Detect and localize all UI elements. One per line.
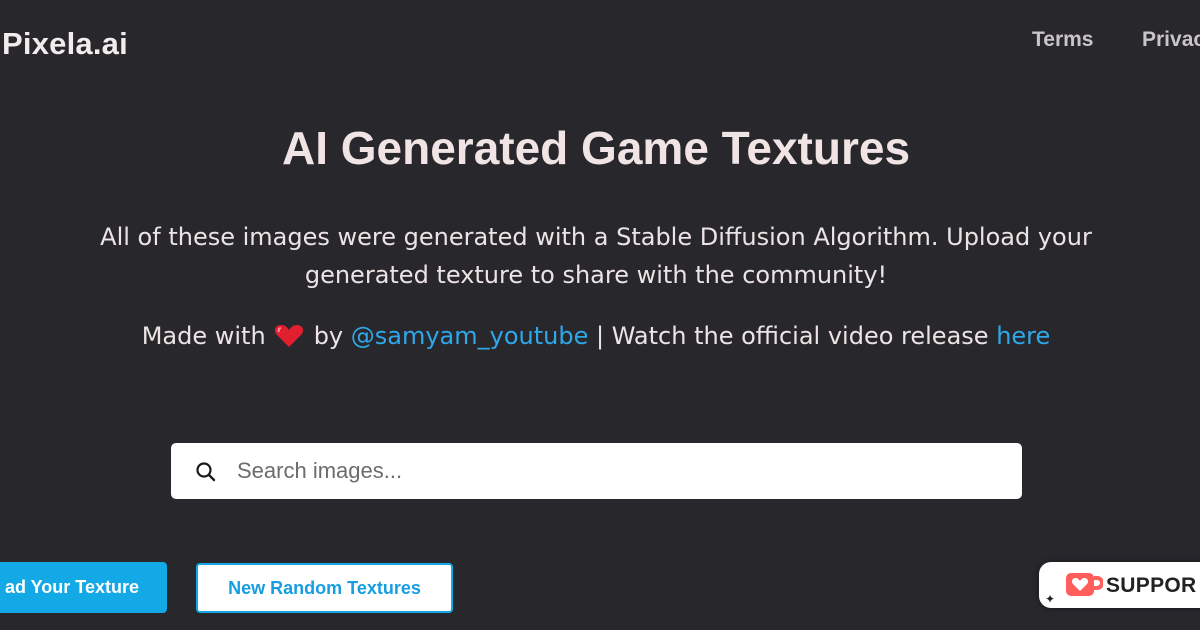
new-random-textures-button[interactable]: New Random Textures [196,563,453,613]
search-icon [196,462,216,482]
author-link[interactable]: @samyam_youtube [351,322,589,350]
nav-privacy-link[interactable]: Privac [1142,28,1200,52]
support-badge[interactable]: ✦ SUPPOR [1039,562,1200,608]
nav-terms-link[interactable]: Terms [1032,28,1093,52]
brand-logo[interactable]: Pixela.ai [2,26,128,62]
heart-icon [274,325,303,347]
page-title: AI Generated Game Textures [281,122,911,174]
credit-line: Made with by @samyam_youtube | Watch the… [0,322,1192,350]
sparkle-icon: ✦ [1045,592,1056,606]
support-label: SUPPOR [1106,574,1197,597]
video-release-link[interactable]: here [996,322,1050,350]
kofi-cup-heart-icon [1066,573,1103,596]
search-bar[interactable] [171,443,1022,499]
upload-texture-button[interactable]: ad Your Texture [0,562,167,613]
credit-made-with: Made with [141,322,266,350]
search-input[interactable] [237,451,997,491]
hero-description: All of these images were generated with … [100,223,1092,289]
page: Pixela.ai Terms Privac AI Generated Game… [0,0,1200,630]
credit-by: by [313,322,344,350]
credit-video-text: | Watch the official video release [596,322,989,350]
